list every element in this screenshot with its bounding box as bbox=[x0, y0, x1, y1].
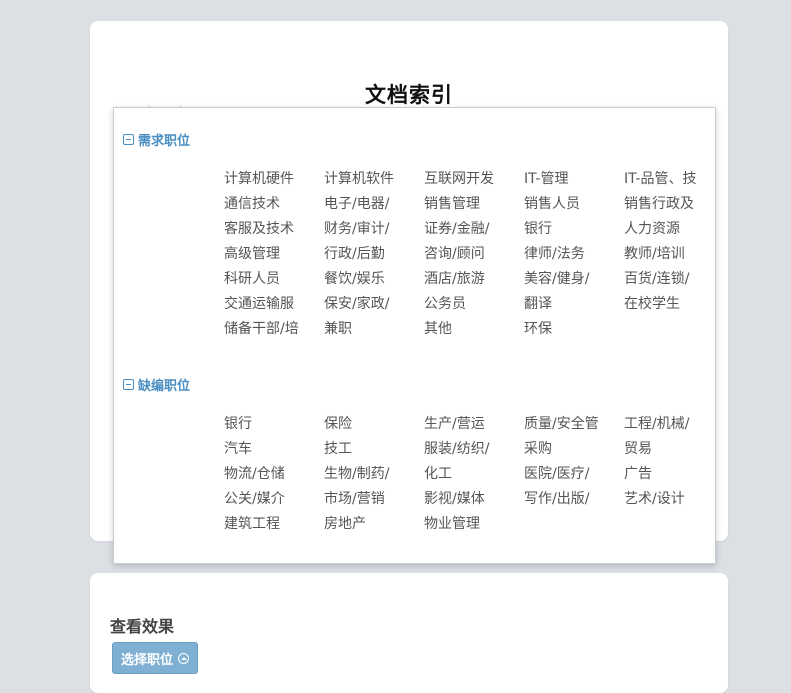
collapse-minus-icon[interactable] bbox=[123, 379, 134, 390]
position-option[interactable]: 电子/电器/ bbox=[324, 192, 424, 217]
position-option[interactable]: 工程/机械/ bbox=[624, 412, 714, 437]
position-option[interactable]: 高级管理 bbox=[224, 242, 324, 267]
category-header-shortage[interactable]: 缺编职位 bbox=[123, 375, 190, 394]
category-grid-shortage: 银行 保险 生产/营运 质量/安全管 工程/机械/汽车 技工 服装/纺织/采购 贸易物流/仓储… bbox=[224, 412, 714, 537]
position-option[interactable]: 财务/审计/ bbox=[324, 217, 424, 242]
position-option[interactable]: 翻译 bbox=[524, 292, 624, 317]
position-option[interactable]: 公关/媒介 bbox=[224, 487, 324, 512]
position-option[interactable]: IT-管理 bbox=[524, 167, 624, 192]
category-header-demand[interactable]: 需求职位 bbox=[123, 130, 190, 149]
position-option[interactable]: 酒店/旅游 bbox=[424, 267, 524, 292]
position-option[interactable]: 技工 bbox=[324, 437, 424, 462]
position-option[interactable]: 其他 bbox=[424, 317, 524, 342]
position-option[interactable]: 百货/连锁/ bbox=[624, 267, 714, 292]
position-option[interactable]: 汽车 bbox=[224, 437, 324, 462]
position-option[interactable]: 证券/金融/ bbox=[424, 217, 524, 242]
position-option[interactable]: 公务员 bbox=[424, 292, 524, 317]
page-title: 文档索引 bbox=[365, 83, 453, 107]
position-option[interactable]: 人力资源 bbox=[624, 217, 714, 242]
position-option[interactable]: 物流/仓储 bbox=[224, 462, 324, 487]
position-option[interactable]: 通信技术 bbox=[224, 192, 324, 217]
position-option[interactable]: 在校学生 bbox=[624, 292, 714, 317]
position-option[interactable]: 艺术/设计 bbox=[624, 487, 714, 512]
position-option[interactable]: 美容/健身/ bbox=[524, 267, 624, 292]
position-option[interactable]: 广告 bbox=[624, 462, 714, 487]
position-option[interactable]: 计算机软件 bbox=[324, 167, 424, 192]
position-option[interactable]: 采购 bbox=[524, 437, 624, 462]
position-option[interactable]: 生产/营运 bbox=[424, 412, 524, 437]
position-option[interactable]: 环保 bbox=[524, 317, 624, 342]
position-option[interactable]: 影视/媒体 bbox=[424, 487, 524, 512]
position-option[interactable]: 客服及技术 bbox=[224, 217, 324, 242]
position-option[interactable]: 行政/后勤 bbox=[324, 242, 424, 267]
position-option[interactable]: 兼职 bbox=[324, 317, 424, 342]
position-option[interactable]: 保安/家政/ bbox=[324, 292, 424, 317]
collapse-up-icon bbox=[178, 652, 190, 664]
position-option[interactable]: 医院/医疗/ bbox=[524, 462, 624, 487]
position-option[interactable]: 化工 bbox=[424, 462, 524, 487]
position-option[interactable]: 科研人员 bbox=[224, 267, 324, 292]
position-option[interactable]: 咨询/顾问 bbox=[424, 242, 524, 267]
position-option[interactable]: 银行 bbox=[224, 412, 324, 437]
select-position-button-label: 选择职位 bbox=[121, 652, 174, 668]
position-option[interactable]: 房地产 bbox=[324, 512, 424, 537]
select-position-button[interactable]: 选择职位 bbox=[112, 642, 199, 674]
category-label: 缺编职位 bbox=[138, 379, 191, 394]
position-option[interactable]: 销售管理 bbox=[424, 192, 524, 217]
position-option[interactable]: 生物/制药/ bbox=[324, 462, 424, 487]
position-option[interactable]: 银行 bbox=[524, 217, 624, 242]
view-effect-heading: 查看效果 bbox=[110, 617, 175, 636]
position-option[interactable]: 储备干部/培 bbox=[224, 317, 324, 342]
position-option[interactable]: 交通运输服 bbox=[224, 292, 324, 317]
category-grid-demand: 计算机硬件 计算机软件 互联网开发 IT-管理 IT-品管、技通信技术 电子/电器/销售管… bbox=[224, 167, 714, 342]
position-picker-popup: 需求职位 计算机硬件 计算机软件 互联网开发 IT-管理 IT-品管、技通信技术 电子/电… bbox=[113, 107, 716, 564]
position-option[interactable]: 餐饮/娱乐 bbox=[324, 267, 424, 292]
position-option[interactable]: 互联网开发 bbox=[424, 167, 524, 192]
position-option[interactable]: 写作/出版/ bbox=[524, 487, 624, 512]
collapse-minus-icon[interactable] bbox=[123, 134, 134, 145]
position-option[interactable]: 保险 bbox=[324, 412, 424, 437]
position-option[interactable]: 市场/营销 bbox=[324, 487, 424, 512]
position-option[interactable]: 销售人员 bbox=[524, 192, 624, 217]
position-option[interactable]: 质量/安全管 bbox=[524, 412, 624, 437]
demo-card: 查看效果 选择职位 bbox=[90, 573, 728, 693]
position-option[interactable]: 建筑工程 bbox=[224, 512, 324, 537]
position-option[interactable]: 服装/纺织/ bbox=[424, 437, 524, 462]
position-option[interactable]: 教师/培训 bbox=[624, 242, 714, 267]
category-label: 需求职位 bbox=[138, 134, 191, 149]
position-option[interactable]: 销售行政及 bbox=[624, 192, 714, 217]
position-option[interactable]: 物业管理 bbox=[424, 512, 524, 537]
position-option[interactable]: IT-品管、技 bbox=[624, 167, 714, 192]
position-option[interactable]: 律师/法务 bbox=[524, 242, 624, 267]
position-option[interactable]: 贸易 bbox=[624, 437, 714, 462]
position-option[interactable]: 计算机硬件 bbox=[224, 167, 324, 192]
